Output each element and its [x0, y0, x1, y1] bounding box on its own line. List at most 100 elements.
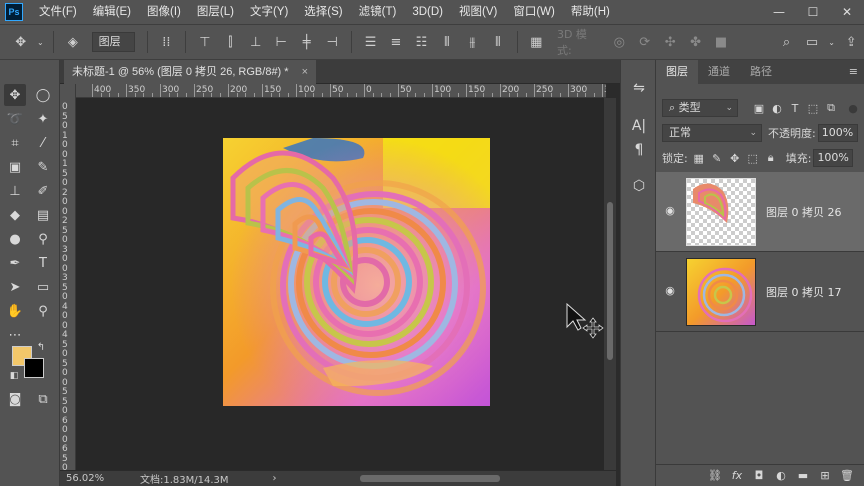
share-icon[interactable]: ⇪ — [840, 31, 861, 53]
lasso-tool-icon[interactable]: ➰ — [4, 108, 26, 130]
drag-3d-icon[interactable]: ✣ — [659, 31, 680, 53]
maximize-icon[interactable]: ☐ — [796, 0, 830, 24]
history-panel-icon[interactable]: ⇋ — [627, 76, 651, 100]
magic-wand-icon[interactable]: ✦ — [32, 108, 54, 130]
workspace-icon[interactable]: ▭ — [801, 31, 822, 53]
adjustment-layer-icon[interactable]: ◐ — [770, 467, 792, 485]
camera-3d-icon[interactable]: ■ — [710, 31, 731, 53]
clone-stamp-icon[interactable]: ⊥ — [4, 180, 26, 202]
distribute-vcenter-icon[interactable]: ≡ — [385, 31, 406, 53]
screen-mode-icon[interactable]: ⧉ — [32, 388, 54, 410]
character-panel-icon[interactable]: A| — [627, 114, 651, 138]
menu-file[interactable]: 文件(F) — [31, 0, 85, 24]
brush-tool-icon[interactable]: ✎ — [32, 156, 54, 178]
chevron-down-icon[interactable]: ⌄ — [827, 31, 837, 53]
menu-image[interactable]: 图像(I) — [139, 0, 189, 24]
filter-toggle-icon[interactable]: ● — [844, 99, 862, 117]
transform-controls-icon[interactable]: ⁞⁞ — [156, 31, 177, 53]
vertical-scroll-thumb[interactable] — [607, 202, 613, 360]
slide-3d-icon[interactable]: ✤ — [685, 31, 706, 53]
link-layers-icon[interactable]: ⛓ — [704, 467, 726, 485]
hand-tool-icon[interactable]: ✋ — [4, 300, 26, 322]
chevron-down-icon[interactable]: ⌄ — [35, 31, 45, 53]
new-layer-icon[interactable]: ⊞ — [814, 467, 836, 485]
filter-shape-icon[interactable]: ⬚ — [804, 99, 822, 117]
default-colors-icon[interactable]: ◧ — [8, 370, 20, 382]
lock-pixels-icon[interactable]: ✎ — [708, 149, 726, 167]
roll-3d-icon[interactable]: ⟳ — [634, 31, 655, 53]
menu-edit[interactable]: 编辑(E) — [85, 0, 139, 24]
align-bottom-icon[interactable]: ⊥ — [245, 31, 266, 53]
layer-row[interactable]: ◉ 图层 0 拷贝 26 — [656, 172, 864, 252]
move-tool-icon[interactable]: ✥ — [4, 84, 26, 106]
healing-brush-icon[interactable]: ▣ — [4, 156, 26, 178]
tab-layers[interactable]: 图层 — [656, 60, 698, 84]
type-tool-icon[interactable]: T — [32, 252, 54, 274]
close-tab-icon[interactable]: × — [302, 66, 308, 78]
move-tool-icon[interactable]: ✥ — [10, 31, 31, 53]
eraser-tool-icon[interactable]: ◆ — [4, 204, 26, 226]
gradient-tool-icon[interactable]: ▤ — [32, 204, 54, 226]
filter-pixel-icon[interactable]: ▣ — [750, 99, 768, 117]
add-mask-icon[interactable]: ◘ — [748, 467, 770, 485]
menu-select[interactable]: 选择(S) — [296, 0, 350, 24]
more-tools-icon[interactable]: ⋯ — [4, 324, 26, 346]
filter-type-icon[interactable]: T — [786, 99, 804, 117]
align-hcenter-icon[interactable]: ╪ — [296, 31, 317, 53]
crop-tool-icon[interactable]: ⌗ — [4, 132, 26, 154]
auto-align-icon[interactable]: ▦ — [526, 31, 547, 53]
layer-name[interactable]: 图层 0 拷贝 26 — [766, 204, 842, 220]
lock-artboard-icon[interactable]: ⬚ — [744, 149, 762, 167]
menu-layer[interactable]: 图层(L) — [189, 0, 242, 24]
layer-name[interactable]: 图层 0 拷贝 17 — [766, 284, 842, 300]
menu-3d[interactable]: 3D(D) — [404, 0, 451, 24]
zoom-tool-icon[interactable]: ⚲ — [32, 300, 54, 322]
new-group-icon[interactable]: ▬ — [792, 467, 814, 485]
marquee-tool-icon[interactable]: ◯ — [32, 84, 54, 106]
minimize-icon[interactable]: — — [762, 0, 796, 24]
menu-type[interactable]: 文字(Y) — [242, 0, 296, 24]
fx-icon[interactable]: fx — [726, 467, 748, 485]
dodge-tool-icon[interactable]: ⚲ — [32, 228, 54, 250]
swap-colors-icon[interactable]: ↰ — [34, 340, 48, 354]
distribute-left-icon[interactable]: ⫴ — [436, 31, 457, 53]
path-select-icon[interactable]: ➤ — [4, 276, 26, 298]
tab-channels[interactable]: 通道 — [698, 60, 740, 84]
distribute-top-icon[interactable]: ☰ — [360, 31, 381, 53]
close-window-icon[interactable]: ✕ — [830, 0, 864, 24]
eye-icon[interactable]: ◉ — [662, 202, 678, 218]
filter-adjustment-icon[interactable]: ◐ — [768, 99, 786, 117]
distribute-bottom-icon[interactable]: ☷ — [411, 31, 432, 53]
eyedropper-icon[interactable]: ⁄ — [32, 132, 54, 154]
filter-kind-dropdown[interactable]: ⌕ 类型 ⌄ — [662, 99, 738, 117]
lock-transparency-icon[interactable]: ▦ — [690, 149, 708, 167]
align-vcenter-icon[interactable]: ⫿ — [220, 31, 241, 53]
lock-all-icon[interactable]: 🔒︎ — [762, 149, 780, 167]
blur-tool-icon[interactable]: ● — [4, 228, 26, 250]
background-color-swatch[interactable] — [24, 358, 44, 378]
blend-mode-dropdown[interactable]: 正常 ⌄ — [662, 124, 762, 142]
horizontal-scroll-thumb[interactable] — [360, 475, 500, 482]
panel-menu-icon[interactable]: ≡ — [849, 60, 864, 84]
orbit-3d-icon[interactable]: ◎ — [609, 31, 630, 53]
quick-mask-icon[interactable]: ◙ — [4, 388, 26, 410]
pen-tool-icon[interactable]: ✒ — [4, 252, 26, 274]
menu-window[interactable]: 窗口(W) — [505, 0, 563, 24]
search-icon[interactable]: ⌕ — [776, 31, 797, 53]
menu-help[interactable]: 帮助(H) — [563, 0, 618, 24]
align-top-icon[interactable]: ⊤ — [194, 31, 215, 53]
auto-select-dropdown[interactable]: 图层 — [91, 32, 135, 52]
paragraph-panel-icon[interactable]: ¶ — [627, 138, 651, 162]
history-brush-icon[interactable]: ✐ — [32, 180, 54, 202]
rectangle-tool-icon[interactable]: ▭ — [32, 276, 54, 298]
menu-view[interactable]: 视图(V) — [451, 0, 505, 24]
status-arrow-icon[interactable]: › — [273, 473, 277, 484]
eye-icon[interactable]: ◉ — [662, 282, 678, 298]
align-left-icon[interactable]: ⊢ — [270, 31, 291, 53]
fill-field[interactable]: 100% — [813, 149, 854, 167]
vertical-scrollbar[interactable] — [604, 98, 616, 470]
menu-filter[interactable]: 滤镜(T) — [351, 0, 405, 24]
auto-select-icon[interactable]: ◈ — [62, 31, 83, 53]
tab-paths[interactable]: 路径 — [740, 60, 782, 84]
zoom-level[interactable]: 56.02% — [60, 473, 138, 484]
